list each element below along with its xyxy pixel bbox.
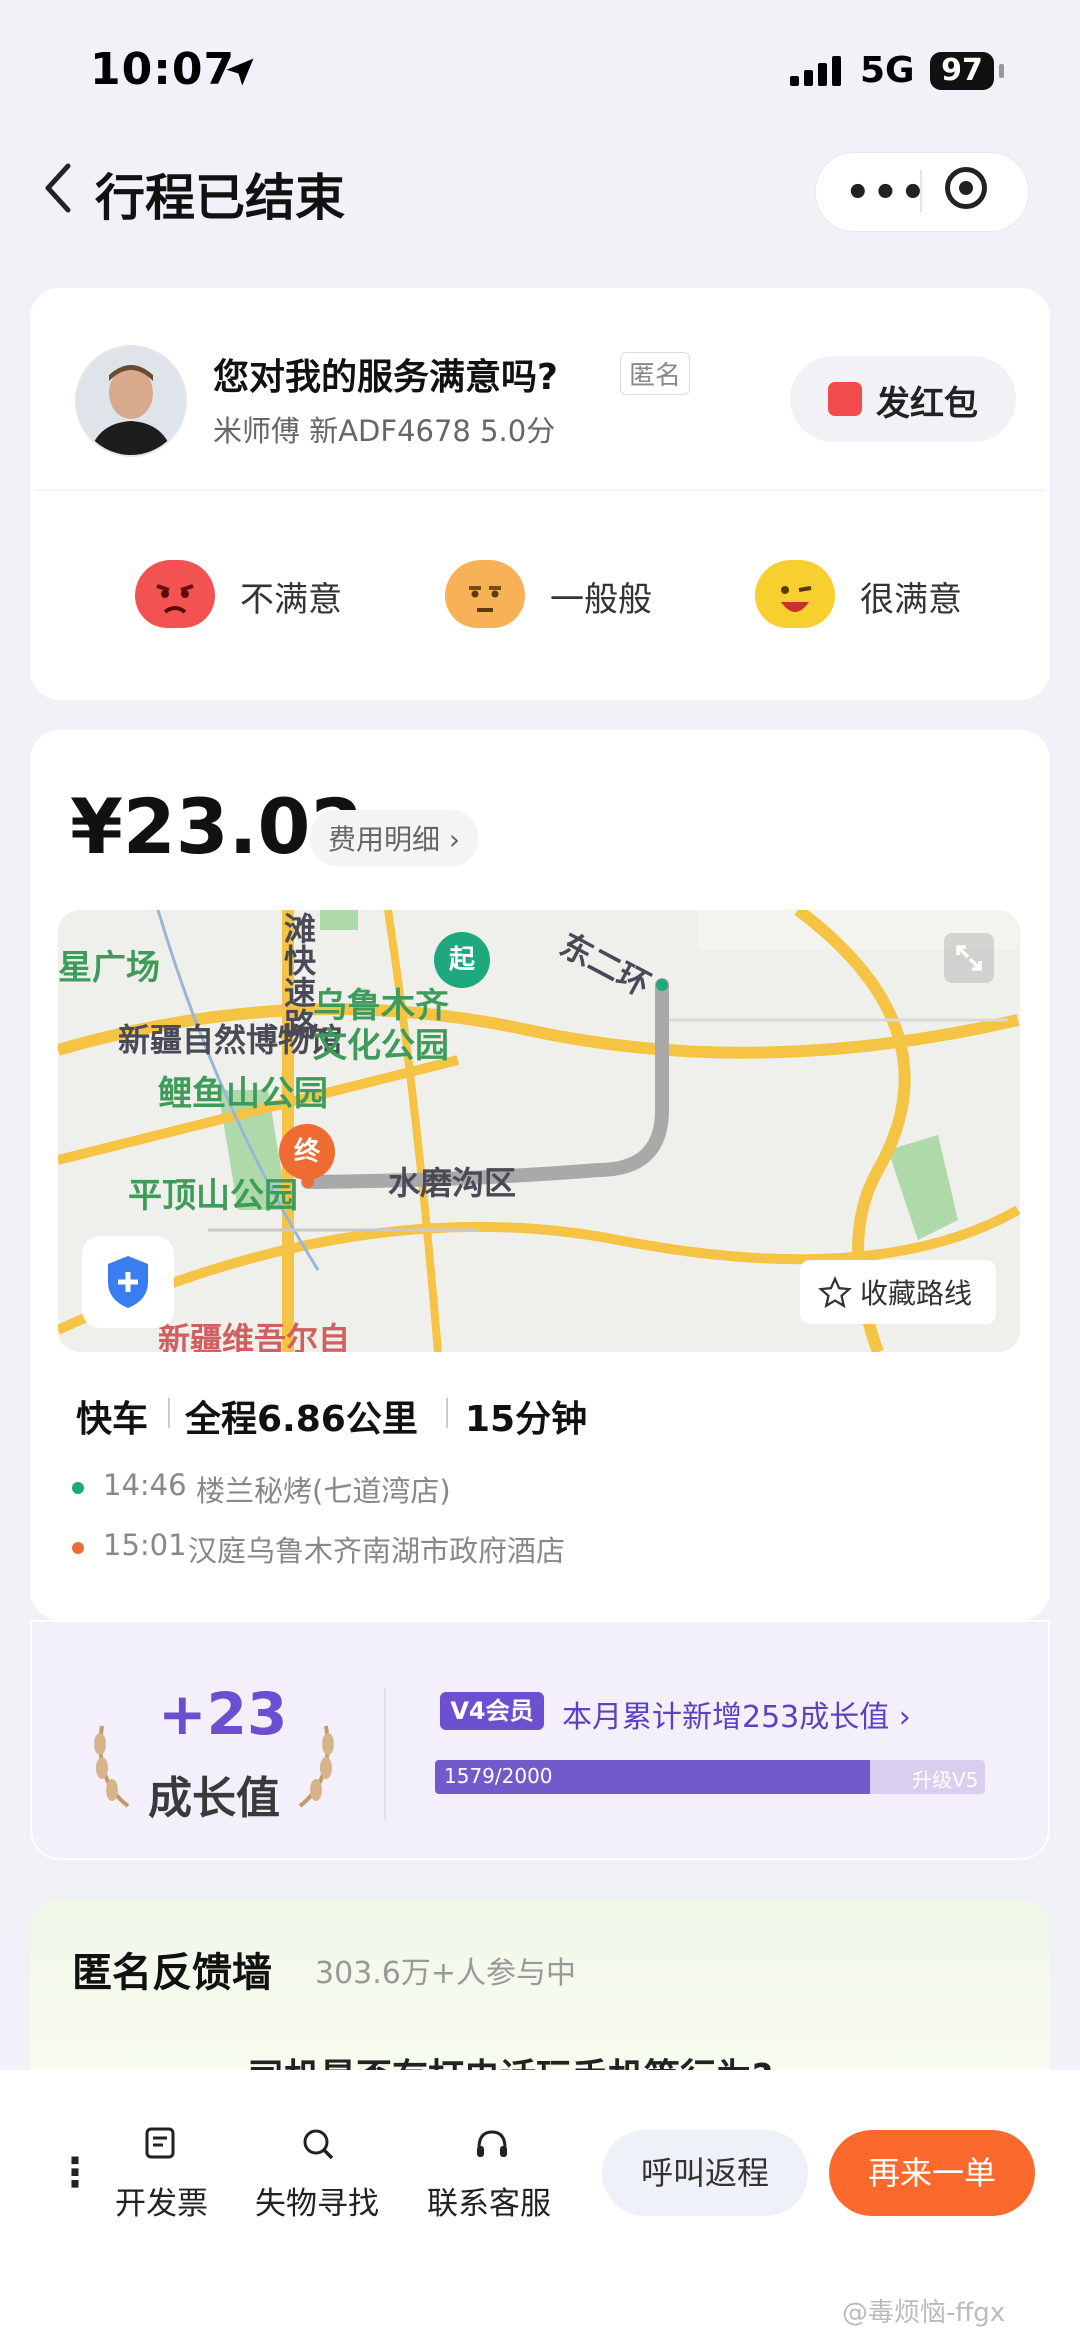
feedback-wall-title: 匿名反馈墙 [72, 1950, 272, 1996]
watermark: @毒烦恼-ffgx [842, 2298, 1006, 2328]
signal-icon [790, 56, 846, 90]
map-label-park: 文化公园 [313, 1026, 449, 1066]
map-label-region: 新疆维吾尔自 [158, 1320, 351, 1352]
trip-duration: 15分钟 [465, 1399, 588, 1440]
driver-info: 米师傅 新ADF4678 5.0分 [213, 414, 556, 448]
fee-detail-button[interactable]: 费用明细 › [310, 810, 479, 866]
map-label-plaza: 星广场 [58, 948, 160, 988]
monthly-growth-link[interactable]: 本月累计新增253成长值 › [562, 1692, 911, 1736]
status-time: 10:07 [90, 44, 236, 95]
red-packet-icon [828, 382, 862, 416]
lost-found-button[interactable]: 失物寻找 [250, 2120, 390, 2240]
laurel-left-icon [88, 1720, 138, 1814]
search-icon [300, 2126, 336, 2166]
invoice-icon [142, 2126, 178, 2166]
neutral-face-icon [445, 560, 525, 628]
page-title: 行程已结束 [95, 169, 345, 227]
rating-satisfied[interactable]: 很满意 [740, 560, 1040, 640]
headset-icon [473, 2126, 511, 2168]
rating-label: 一般般 [550, 580, 652, 620]
trip-distance: 全程6.86公里 [185, 1399, 418, 1440]
collect-route-label: 收藏路线 [860, 1277, 973, 1310]
laurel-right-icon [290, 1720, 340, 1814]
invoice-button[interactable]: 开发票 [110, 2120, 210, 2240]
divider [446, 1398, 448, 1428]
location-arrow-icon [222, 54, 258, 94]
red-packet-label: 发红包 [876, 384, 978, 424]
divider [168, 1398, 170, 1428]
angry-face-icon [135, 560, 215, 628]
safety-shield-button[interactable] [82, 1236, 174, 1328]
start-dot [72, 1482, 84, 1494]
end-dot [72, 1542, 84, 1554]
order-again-button[interactable]: 再来一单 [829, 2130, 1035, 2216]
rating-neutral[interactable]: 一般般 [430, 560, 730, 640]
map-label-district: 水磨沟区 [388, 1164, 517, 1202]
end-place: 汉庭乌鲁木齐南湖市政府酒店 [188, 1534, 566, 1568]
member-level-badge: V4会员 [440, 1692, 544, 1730]
end-pin: 终 [279, 1124, 335, 1180]
battery-indicator: 97 [930, 52, 994, 90]
rating-label: 不满意 [240, 580, 342, 620]
feedback-participants: 303.6万+人参与中 [315, 1956, 577, 1991]
upgrade-text: 升级V5 [912, 1768, 979, 1792]
lost-found-label: 失物寻找 [255, 2186, 379, 2222]
growth-label: 成长值 [148, 1773, 280, 1824]
map-label-park: 鲤鱼山公园 [158, 1074, 328, 1114]
anonymous-tag: 匿名 [620, 352, 691, 395]
call-return-button[interactable]: 呼叫返程 [602, 2130, 808, 2216]
avatar [75, 345, 187, 457]
start-place: 楼兰秘烤(七道湾店) [196, 1474, 451, 1508]
start-pin: 起 [434, 932, 490, 988]
invoice-label: 开发票 [115, 2186, 208, 2222]
target-icon [959, 181, 973, 195]
growth-gain: +23 [158, 1680, 288, 1748]
trip-type: 快车 [76, 1399, 149, 1440]
support-button[interactable]: 联系客服 [425, 2120, 565, 2240]
satisfaction-question: 您对我的服务满意吗? [213, 357, 558, 398]
rating-dissatisfied[interactable]: 不满意 [120, 560, 420, 640]
map-label-road: 路 [284, 1006, 317, 1044]
expand-map-icon[interactable] [944, 933, 994, 983]
divider [384, 1688, 386, 1820]
back-icon[interactable] [40, 160, 80, 220]
start-time: 14:46 [103, 1468, 187, 1502]
battery-tip [999, 64, 1004, 78]
divider [36, 490, 1044, 491]
progress-text: 1579/2000 [444, 1764, 553, 1788]
network-type: 5G [860, 50, 915, 91]
support-label: 联系客服 [427, 2186, 551, 2222]
map-label-park: 平顶山公园 [128, 1176, 298, 1216]
more-vertical-button[interactable]: ⋮ [55, 2150, 95, 2196]
end-time: 15:01 [103, 1528, 187, 1562]
more-menu-button[interactable]: ••• [845, 170, 928, 216]
capsule-divider [920, 170, 922, 212]
star-icon [818, 1276, 852, 1314]
rating-label: 很满意 [860, 580, 962, 620]
happy-face-icon [755, 560, 835, 628]
